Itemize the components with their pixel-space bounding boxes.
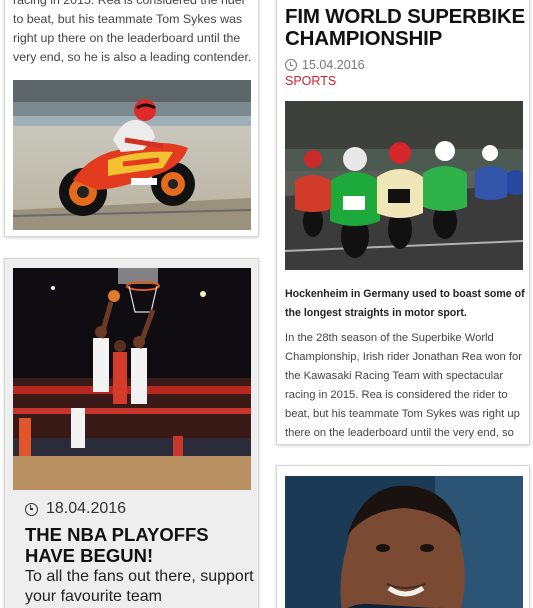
article-category-link[interactable]: SPORTS [285,74,336,88]
article-card-superbike[interactable]: FIM WORLD SUPERBIKE CHAMPIONSHIP 15.04.2… [276,0,530,445]
article-card-portrait[interactable] [276,465,530,608]
basketball-dunk-photo[interactable] [13,268,251,490]
clock-icon [285,59,297,71]
superbike-race-photo[interactable] [285,101,523,270]
article-lead: Hockenheim in Germany used to boast some… [285,288,525,319]
article-excerpt: To all the fans out there, support your … [25,568,254,605]
article-date: 15.04.2016 [285,58,365,72]
portrait-photo[interactable] [285,476,523,608]
clock-icon [25,502,38,516]
motorcycle-racer-photo[interactable] [13,80,251,230]
article-date: 18.04.2016 [25,500,126,518]
article-title[interactable]: THE NBA PLAYOFFS HAVE BEGUN! [25,524,250,566]
article-card-motogp[interactable]: racing in 2015. Rea is considered the ri… [4,0,259,237]
article-excerpt: racing in 2015. Rea is considered the ri… [13,0,252,64]
article-date-text: 18.04.2016 [46,500,127,517]
article-card-nba[interactable]: 18.04.2016 THE NBA PLAYOFFS HAVE BEGUN! … [4,258,259,608]
article-title[interactable]: FIM WORLD SUPERBIKE CHAMPIONSHIP [285,6,525,50]
article-date-text: 15.04.2016 [302,58,365,72]
article-excerpt: In the 28th season of the Superbike Worl… [285,332,522,439]
